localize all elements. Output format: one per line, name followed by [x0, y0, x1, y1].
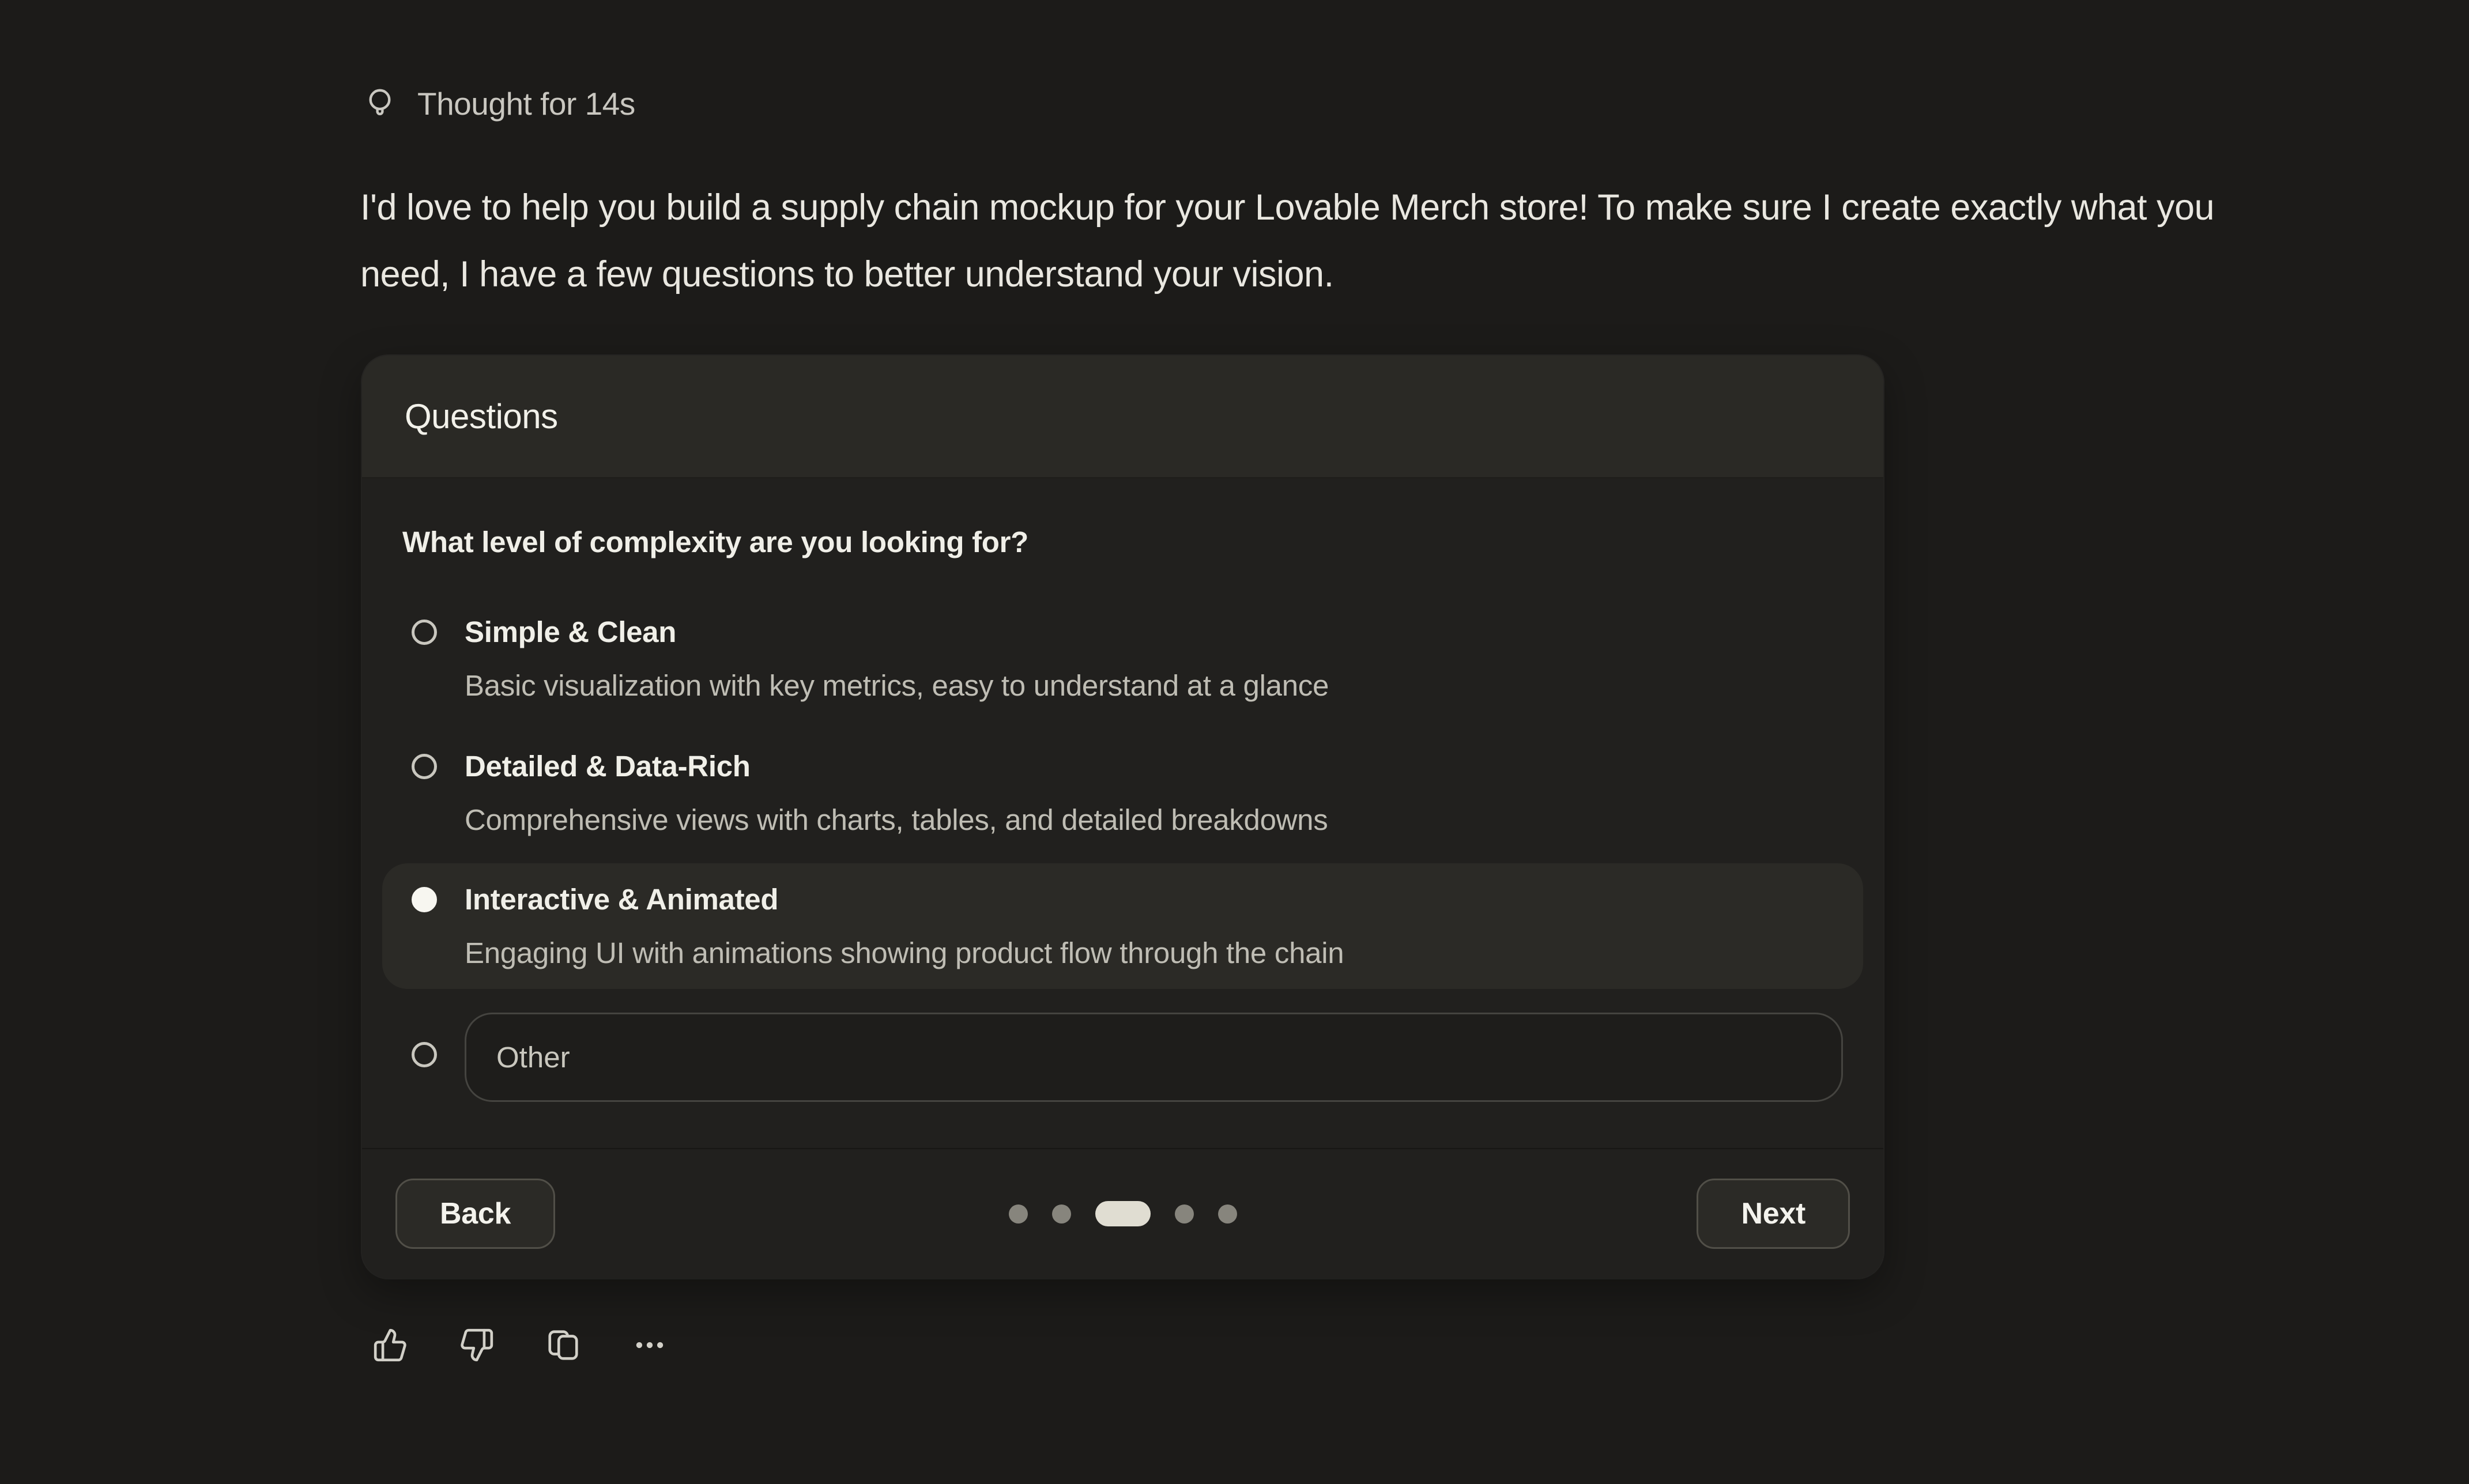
question-text: What level of complexity are you looking…	[402, 524, 1843, 560]
option-other[interactable]	[382, 1011, 1863, 1103]
pagination-dot	[1218, 1204, 1237, 1224]
pagination-dot	[1052, 1204, 1071, 1224]
more-options-button[interactable]	[632, 1327, 668, 1363]
pagination-dots	[1009, 1201, 1237, 1226]
back-button[interactable]: Back	[395, 1179, 555, 1249]
assistant-message-text: I'd love to help you build a supply chai…	[360, 174, 2228, 308]
copy-button[interactable]	[545, 1327, 581, 1363]
option-simple-clean[interactable]: Simple & Clean Basic visualization with …	[382, 613, 1863, 705]
radio-selected-icon[interactable]	[412, 887, 437, 912]
chat-message-view: Thought for 14s I'd love to help you bui…	[0, 0, 2469, 1484]
option-detailed-data-rich[interactable]: Detailed & Data-Rich Comprehensive views…	[382, 747, 1863, 839]
questions-card-body: What level of complexity are you looking…	[362, 478, 1883, 1148]
option-description: Engaging UI with animations showing prod…	[465, 935, 1843, 971]
thumbs-up-icon	[372, 1327, 408, 1363]
option-description: Comprehensive views with charts, tables,…	[465, 802, 1843, 838]
radio-unselected-icon[interactable]	[412, 754, 437, 779]
thumbs-down-icon	[459, 1327, 495, 1363]
radio-unselected-icon[interactable]	[412, 620, 437, 645]
questions-card: Questions What level of complexity are y…	[362, 356, 1883, 1278]
questions-card-header: Questions	[362, 356, 1883, 478]
radio-unselected-icon[interactable]	[412, 1042, 437, 1067]
card-title: Questions	[405, 397, 558, 436]
more-options-icon	[632, 1327, 668, 1363]
lightbulb-icon	[362, 86, 398, 122]
copy-icon	[545, 1327, 581, 1363]
thought-label: Thought for 14s	[417, 81, 635, 127]
thumbs-down-button[interactable]	[459, 1327, 495, 1363]
pagination-dot	[1175, 1204, 1194, 1224]
thumbs-up-button[interactable]	[372, 1327, 408, 1363]
questions-card-footer: Back Next	[362, 1148, 1883, 1278]
message-actions	[372, 1327, 668, 1363]
option-label: Detailed & Data-Rich	[465, 749, 1843, 784]
option-label: Interactive & Animated	[465, 882, 1843, 917]
pagination-dot	[1009, 1204, 1028, 1224]
option-interactive-animated[interactable]: Interactive & Animated Engaging UI with …	[382, 863, 1863, 989]
option-label: Simple & Clean	[465, 614, 1843, 650]
pagination-dot-active	[1095, 1201, 1151, 1226]
next-button[interactable]: Next	[1697, 1179, 1850, 1249]
thought-disclosure[interactable]: Thought for 14s	[362, 81, 635, 127]
other-option-input[interactable]	[465, 1013, 1843, 1102]
option-description: Basic visualization with key metrics, ea…	[465, 668, 1843, 704]
